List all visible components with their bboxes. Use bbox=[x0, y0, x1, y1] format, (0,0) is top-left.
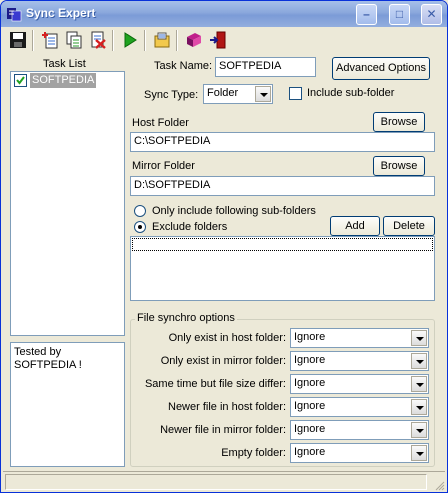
synchro-option-label: Newer file in host folder: bbox=[168, 401, 286, 413]
run-icon bbox=[124, 32, 137, 48]
task-item-label: SOFTPEDIA bbox=[30, 73, 97, 88]
chevron-down-icon[interactable] bbox=[411, 353, 427, 369]
task-list[interactable]: SOFTPEDIA bbox=[10, 71, 125, 336]
chevron-down-icon[interactable] bbox=[411, 399, 427, 415]
mirror-folder-label: Mirror Folder bbox=[132, 160, 195, 172]
task-name-label: Task Name: bbox=[154, 60, 213, 72]
toolbar-separator bbox=[112, 30, 114, 51]
exit-icon bbox=[210, 31, 226, 49]
file-synchro-title: File synchro options bbox=[135, 312, 237, 324]
synchro-option-select[interactable]: Ignore bbox=[290, 374, 429, 394]
synchro-option-value: Ignore bbox=[294, 423, 326, 435]
synchro-option-value: Ignore bbox=[294, 331, 326, 343]
synchro-option-value: Ignore bbox=[294, 446, 326, 458]
task-name-input[interactable]: SOFTPEDIA bbox=[215, 57, 316, 77]
sync-type-select[interactable]: Folder bbox=[203, 84, 273, 104]
folder-list[interactable] bbox=[130, 236, 435, 301]
help-book-icon bbox=[187, 33, 201, 47]
add-folder-button[interactable]: Add bbox=[330, 216, 380, 236]
synchro-option-label: Only exist in host folder: bbox=[168, 332, 286, 344]
run-button[interactable] bbox=[118, 28, 142, 52]
synchro-option-select[interactable]: Ignore bbox=[290, 420, 429, 440]
host-browse-button[interactable]: Browse bbox=[373, 112, 425, 132]
save-button[interactable] bbox=[6, 28, 30, 52]
checkmark-icon bbox=[16, 76, 25, 85]
folder-list-focus bbox=[132, 238, 433, 251]
host-folder-label: Host Folder bbox=[132, 117, 189, 129]
exclude-folders-radio[interactable] bbox=[134, 221, 146, 233]
new-task-icon bbox=[42, 32, 58, 49]
chevron-down-icon[interactable] bbox=[411, 376, 427, 392]
mirror-browse-button[interactable]: Browse bbox=[373, 156, 425, 176]
maximize-button[interactable]: □ bbox=[389, 4, 410, 25]
minimize-icon: – bbox=[363, 7, 370, 21]
host-folder-input[interactable]: C:\SOFTPEDIA bbox=[130, 132, 435, 152]
include-subfolders-radio-label: Only include following sub-folders bbox=[152, 205, 316, 217]
synchro-option-select[interactable]: Ignore bbox=[290, 397, 429, 417]
exclude-folders-radio-label: Exclude folders bbox=[152, 221, 228, 233]
list-item[interactable]: SOFTPEDIA bbox=[13, 73, 122, 89]
new-task-button[interactable] bbox=[38, 28, 62, 52]
sync-type-value: Folder bbox=[207, 87, 239, 99]
synchro-option-select[interactable]: Ignore bbox=[290, 351, 429, 371]
status-pane bbox=[5, 474, 427, 490]
open-folder-icon bbox=[154, 32, 170, 48]
advanced-options-button[interactable]: Advanced Options bbox=[332, 57, 430, 80]
chevron-down-icon[interactable] bbox=[411, 445, 427, 461]
title-bar[interactable]: Sync Expert – □ ✕ bbox=[1, 1, 447, 27]
sync-expert-window: Sync Expert – □ ✕ Task List SOFTPEDIA Te… bbox=[0, 0, 448, 493]
resize-grip-icon[interactable] bbox=[433, 479, 445, 491]
synchro-option-value: Ignore bbox=[294, 400, 326, 412]
save-icon bbox=[10, 32, 26, 48]
help-book-button[interactable] bbox=[182, 28, 206, 52]
status-bar bbox=[3, 471, 445, 491]
copy-task-icon bbox=[66, 31, 82, 49]
delete-folder-button[interactable]: Delete bbox=[383, 216, 435, 236]
window-title: Sync Expert bbox=[26, 6, 96, 20]
synchro-option-label: Only exist in mirror folder: bbox=[160, 355, 286, 367]
delete-task-button[interactable] bbox=[86, 28, 110, 52]
toolbar-separator bbox=[32, 30, 34, 51]
synchro-option-select[interactable]: Ignore bbox=[290, 328, 429, 348]
include-subfolder-label: Include sub-folder bbox=[307, 87, 395, 99]
toolbar bbox=[4, 28, 444, 54]
synchro-option-select[interactable]: Ignore bbox=[290, 443, 429, 463]
toolbar-separator bbox=[144, 30, 146, 51]
task-list-header: Task List bbox=[43, 58, 86, 70]
maximize-icon: □ bbox=[395, 7, 404, 21]
task-checkbox[interactable] bbox=[14, 74, 27, 87]
synchro-option-value: Ignore bbox=[294, 354, 326, 366]
include-subfolder-checkbox[interactable] bbox=[289, 87, 302, 100]
open-folder-button[interactable] bbox=[150, 28, 174, 52]
include-subfolders-radio[interactable] bbox=[134, 205, 146, 217]
synchro-option-label: Newer file in mirror folder: bbox=[160, 424, 286, 436]
chevron-down-icon[interactable] bbox=[255, 86, 271, 102]
minimize-button[interactable]: – bbox=[356, 4, 377, 25]
mirror-folder-input[interactable]: D:\SOFTPEDIA bbox=[130, 176, 435, 196]
synchro-option-label: Empty folder: bbox=[221, 447, 286, 459]
app-icon bbox=[7, 8, 22, 22]
copy-task-button[interactable] bbox=[62, 28, 86, 52]
sync-type-label: Sync Type: bbox=[144, 89, 199, 101]
chevron-down-icon[interactable] bbox=[411, 422, 427, 438]
close-icon: ✕ bbox=[426, 7, 437, 21]
toolbar-separator bbox=[176, 30, 178, 51]
synchro-option-value: Ignore bbox=[294, 377, 326, 389]
synchro-option-label: Same time but file size differ: bbox=[144, 378, 286, 390]
close-button[interactable]: ✕ bbox=[421, 4, 442, 25]
chevron-down-icon[interactable] bbox=[411, 330, 427, 346]
delete-task-icon bbox=[91, 31, 106, 49]
exit-button[interactable] bbox=[206, 28, 230, 52]
